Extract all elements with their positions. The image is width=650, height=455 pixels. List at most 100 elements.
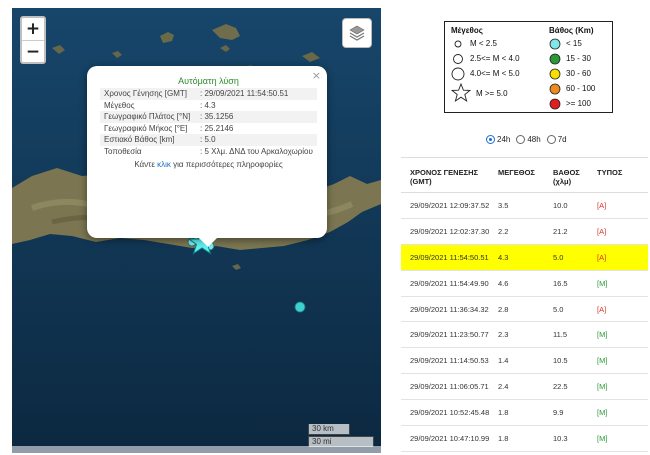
table-row[interactable]: 29/09/2021 10:47:10.99 1.8 10.3 [M] bbox=[401, 426, 648, 452]
popup-row-value: : 35.1256 bbox=[200, 112, 234, 121]
cell-time: 29/09/2021 11:14:50.53 bbox=[410, 356, 489, 366]
filter-option-24h[interactable]: 24h bbox=[486, 135, 510, 144]
star-icon bbox=[451, 83, 471, 103]
cell-time: 29/09/2021 12:09:37.52 bbox=[410, 200, 490, 210]
depth-color-icon bbox=[549, 98, 561, 109]
layers-button[interactable] bbox=[342, 18, 372, 48]
time-range-filter: 24h 48h 7d bbox=[486, 135, 567, 144]
table-row[interactable]: 29/09/2021 11:36:34.32 2.8 5.0 [A] bbox=[401, 297, 648, 323]
cell-depth: 5.0 bbox=[553, 252, 564, 262]
filter-option-label: 7d bbox=[557, 135, 567, 144]
legend: Μέγεθος M < 2.5 2.5<= M < 4.0 4.0<= M < 5.… bbox=[444, 21, 613, 113]
radio-icon[interactable] bbox=[516, 135, 526, 144]
cell-time: 29/09/2021 12:02:37.30 bbox=[410, 226, 490, 236]
filter-option-48h[interactable]: 48h bbox=[516, 135, 541, 144]
filter-option-7d[interactable]: 7d bbox=[546, 135, 567, 144]
popup-row-label: Τοποθεσία bbox=[104, 146, 142, 156]
popup-row-label: Χρονος Γένησης [GMT] bbox=[104, 89, 187, 98]
earthquake-map[interactable]: + − 30 km 30 mi × Αυτόματη λύση Χρονος Γ… bbox=[12, 8, 381, 453]
cell-depth: 21.2 bbox=[553, 226, 568, 236]
cell-depth: 10.5 bbox=[553, 356, 568, 366]
filter-option-label: 24h bbox=[497, 135, 511, 144]
popup-close-button[interactable]: × bbox=[312, 69, 321, 82]
legend-magnitude-label: M < 2.5 bbox=[470, 39, 497, 48]
cell-magnitude: 1.4 bbox=[498, 356, 509, 366]
radio-icon[interactable] bbox=[546, 135, 556, 144]
cell-depth: 5.0 bbox=[553, 304, 564, 314]
popup-row-value: : 5 Χλμ. ΔΝΔ του Αρκαλοχωρίου bbox=[200, 146, 313, 156]
cell-time: 29/09/2021 11:54:50.51 bbox=[410, 252, 489, 262]
zoom-in-button[interactable]: + bbox=[22, 18, 44, 40]
cell-magnitude: 3.5 bbox=[498, 200, 509, 210]
cell-depth: 10.3 bbox=[553, 433, 568, 443]
zoom-out-button[interactable]: − bbox=[22, 40, 44, 62]
cell-magnitude: 2.2 bbox=[498, 226, 509, 236]
table-header: ΧΡΟΝΟΣ ΓΕΝΕΣΗΣ (GMT) ΜΕΓΕΘΟΣ ΒΑΘΟΣ (χλμ)… bbox=[401, 157, 648, 193]
cell-magnitude: 1.8 bbox=[498, 408, 509, 418]
cell-time: 29/09/2021 11:36:34.32 bbox=[410, 304, 489, 314]
popup-row-label: Γεωγραφικό Πλάτος [°N] bbox=[104, 112, 191, 121]
table-row[interactable]: 29/09/2021 11:06:05.71 2.4 22.5 [M] bbox=[401, 374, 648, 401]
popup-row-value: : 29/09/2021 11:54:50.51 bbox=[200, 89, 289, 98]
cell-magnitude: 1.8 bbox=[498, 433, 509, 443]
cell-depth: 9.9 bbox=[553, 408, 564, 418]
table-row[interactable]: 29/09/2021 10:52:45.48 1.8 9.9 [M] bbox=[401, 400, 648, 427]
legend-depth-item: < 15 bbox=[549, 38, 595, 49]
popup-row: Γεωγραφικό Πλάτος [°N] : 35.1256 bbox=[100, 111, 317, 123]
cell-type[interactable]: [A] bbox=[597, 253, 648, 262]
cell-magnitude: 4.3 bbox=[498, 252, 509, 262]
map-scale: 30 km 30 mi bbox=[308, 424, 374, 447]
table-body: 29/09/2021 12:09:37.52 3.5 10.0 [A] 29/09/20… bbox=[401, 193, 648, 452]
cell-type[interactable]: [M] bbox=[597, 356, 648, 365]
more-info-link[interactable]: κλικ bbox=[157, 160, 171, 169]
popup-row-label: Εστιακό Βάθος [km] bbox=[104, 135, 175, 144]
cell-depth: 22.5 bbox=[553, 382, 568, 392]
cell-type[interactable]: [M] bbox=[597, 382, 648, 391]
legend-depth-label: < 15 bbox=[566, 39, 582, 48]
cell-magnitude: 4.6 bbox=[498, 278, 509, 288]
popup-title: Αυτόματη λύση bbox=[178, 76, 239, 86]
header-depth: ΒΑΘΟΣ (χλμ) bbox=[553, 168, 580, 186]
circle-icon bbox=[451, 67, 465, 80]
popup-row-label: Γεωγραφικό Μήκος [°E] bbox=[104, 123, 188, 133]
depth-color-icon bbox=[549, 68, 561, 79]
legend-magnitude-item: 4.0<= M < 5.0 bbox=[451, 67, 520, 80]
popup-row-value: : 4.3 bbox=[200, 100, 216, 110]
header-time: ΧΡΟΝΟΣ ΓΕΝΕΣΗΣ (GMT) bbox=[410, 168, 479, 186]
table-row[interactable]: 29/09/2021 11:23:50.77 2.3 11.5 [M] bbox=[401, 322, 648, 349]
table-row[interactable]: 29/09/2021 11:54:50.51 4.3 5.0 [A] bbox=[401, 244, 648, 271]
circle-icon bbox=[453, 53, 463, 64]
popup-row: Μέγεθος: 4.3 bbox=[100, 100, 317, 112]
cell-time: 29/09/2021 11:06:05.71 bbox=[410, 382, 489, 392]
cell-type[interactable]: [A] bbox=[597, 227, 648, 236]
legend-depth-label: >= 100 bbox=[566, 99, 591, 108]
cell-depth: 16.5 bbox=[553, 278, 568, 288]
legend-depth-item: >= 100 bbox=[549, 98, 595, 109]
cell-type[interactable]: [M] bbox=[597, 279, 648, 288]
cell-type[interactable]: [A] bbox=[597, 305, 648, 314]
table-row[interactable]: 29/09/2021 11:14:50.53 1.4 10.5 [M] bbox=[401, 348, 648, 375]
legend-depth-item: 30 - 60 bbox=[549, 68, 595, 79]
legend-magnitude-label: 2.5<= M < 4.0 bbox=[470, 54, 520, 63]
cell-type[interactable]: [M] bbox=[597, 330, 648, 339]
map-attribution bbox=[12, 446, 381, 453]
table-row[interactable]: 29/09/2021 11:54:49.90 4.6 16.5 [M] bbox=[401, 271, 648, 297]
table-row[interactable]: 29/09/2021 12:09:37.52 3.5 10.0 [A] bbox=[401, 193, 648, 219]
cell-time: 29/09/2021 10:52:45.48 bbox=[410, 408, 490, 418]
cell-type[interactable]: [M] bbox=[597, 434, 648, 443]
cell-type[interactable]: [M] bbox=[597, 408, 648, 417]
cell-time: 29/09/2021 11:54:49.90 bbox=[410, 278, 489, 288]
cell-time: 29/09/2021 11:23:50.77 bbox=[410, 330, 489, 340]
filter-option-label: 48h bbox=[527, 135, 541, 144]
legend-magnitude-item: M >= 5.0 bbox=[451, 83, 520, 103]
event-popup: × Αυτόματη λύση Χρονος Γένησης [GMT] : 29… bbox=[87, 66, 327, 247]
radio-icon[interactable] bbox=[486, 135, 495, 144]
cell-depth: 10.0 bbox=[553, 200, 568, 210]
cell-magnitude: 2.3 bbox=[498, 330, 509, 340]
legend-magnitude-item: M < 2.5 bbox=[451, 38, 520, 49]
zoom-control: + − bbox=[20, 16, 46, 64]
popup-row: Χρονος Γένησης [GMT] : 29/09/2021 11:54:5… bbox=[100, 88, 317, 100]
table-row[interactable]: 29/09/2021 12:02:37.30 2.2 21.2 [A] bbox=[401, 219, 648, 245]
legend-depth-label: 15 - 30 bbox=[566, 54, 591, 63]
cell-type[interactable]: [A] bbox=[597, 201, 648, 210]
